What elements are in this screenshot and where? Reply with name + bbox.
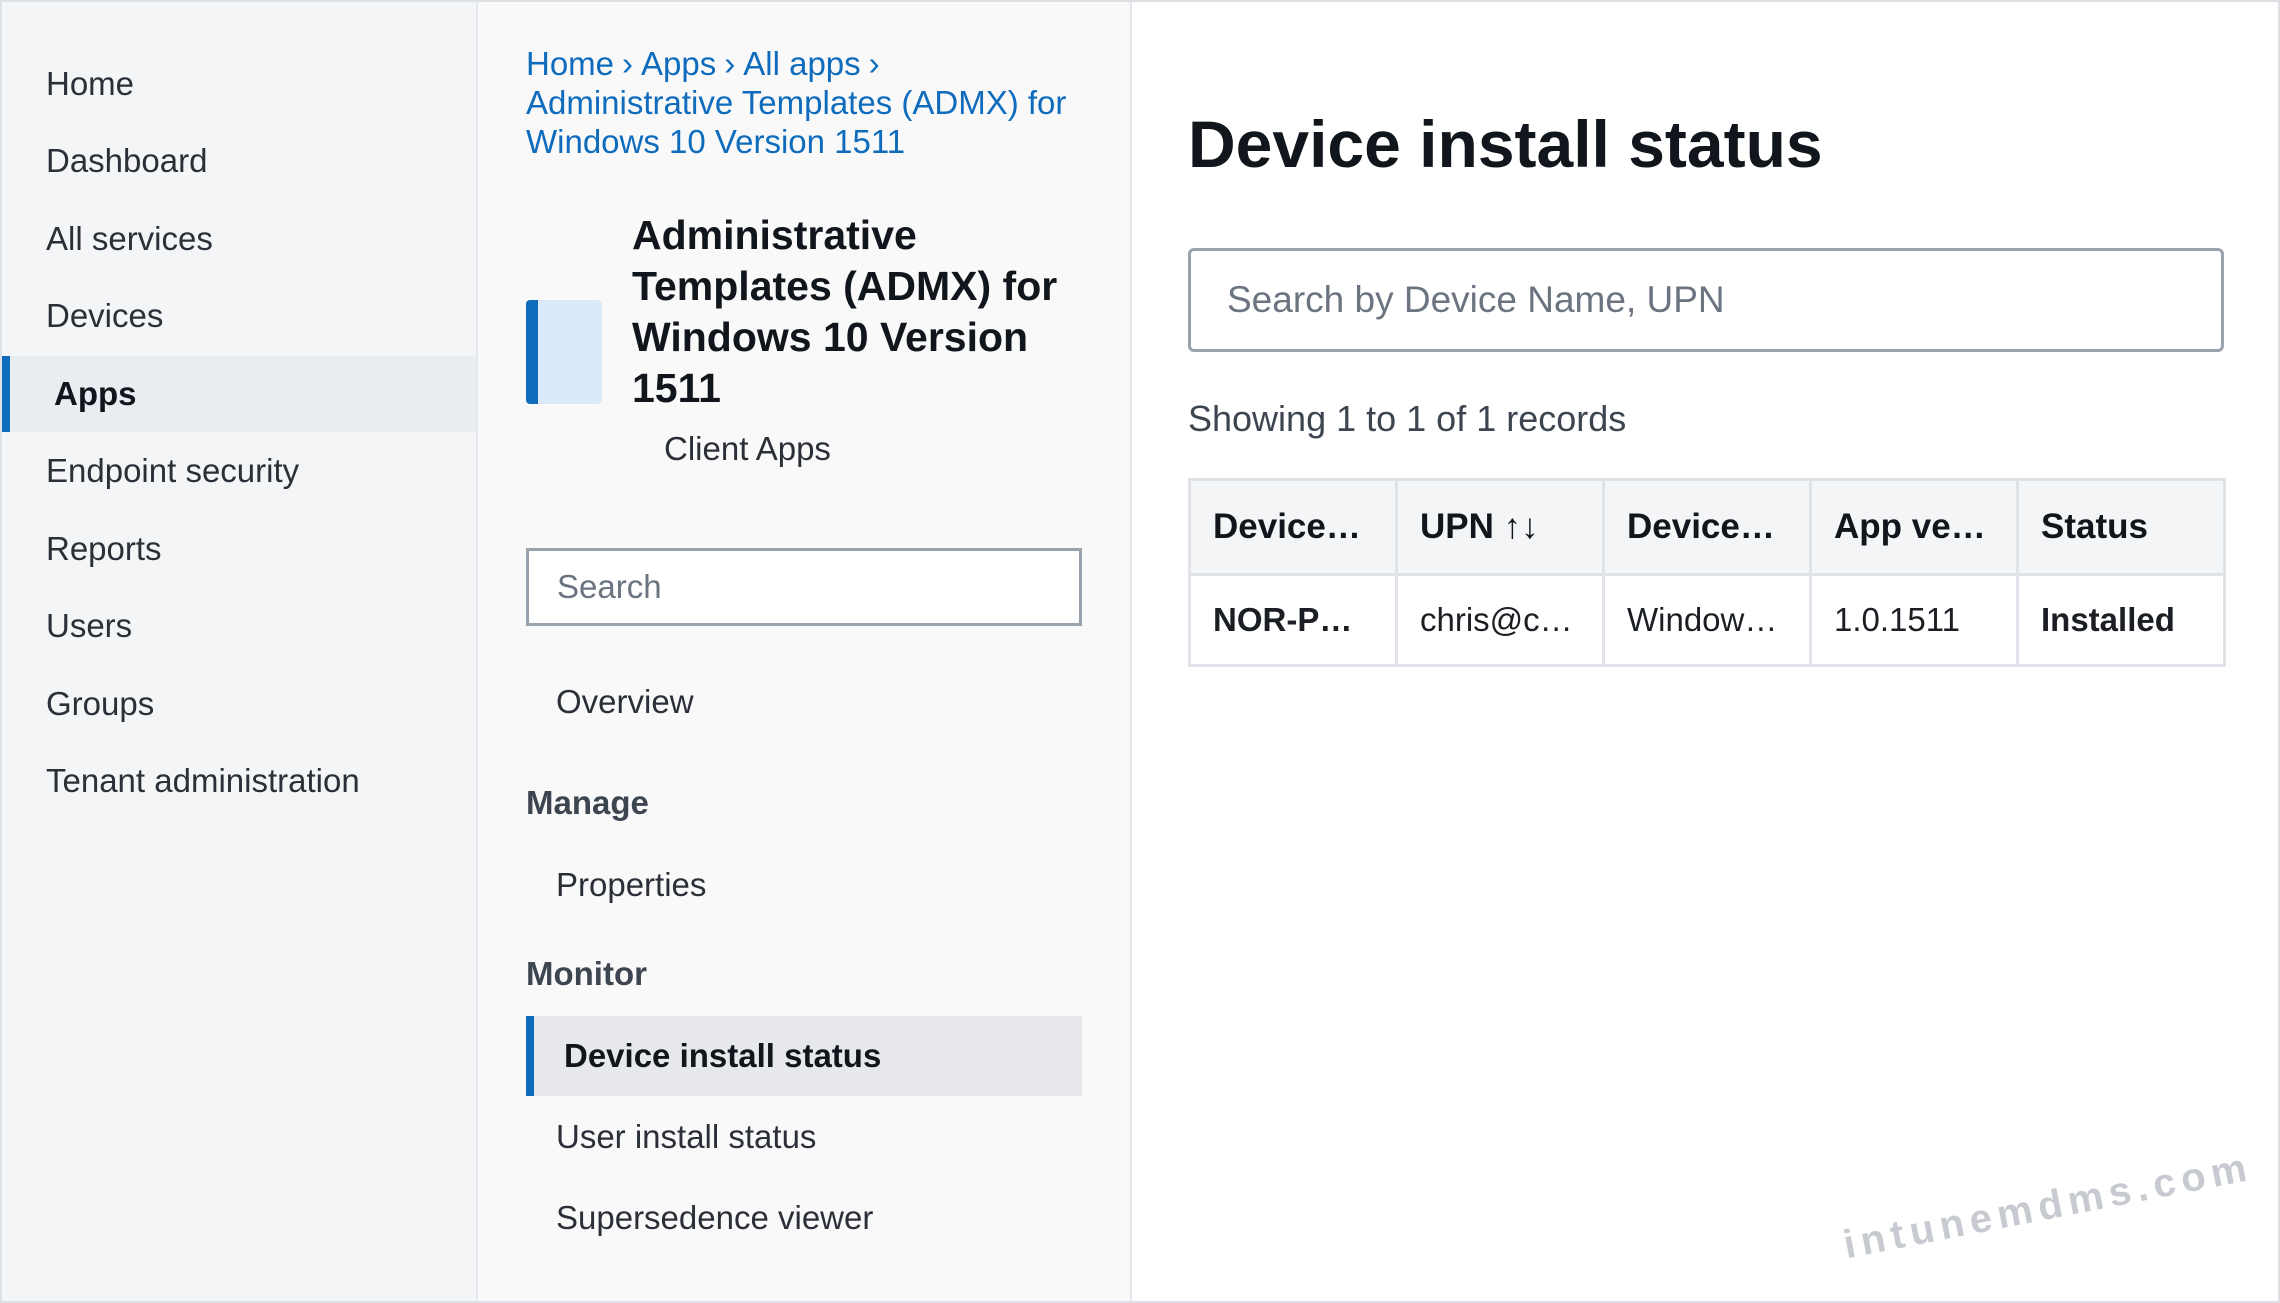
nav-item-groups[interactable]: Groups bbox=[2, 666, 476, 742]
device-search-input[interactable] bbox=[1188, 248, 2224, 352]
left-navigation: Home Dashboard All services Devices Apps… bbox=[2, 2, 478, 1301]
nav-item-all-services[interactable]: All services bbox=[2, 201, 476, 277]
device-status-table: Device… UPN ↑↓ Device… App ve… Status NO… bbox=[1188, 478, 2226, 667]
nav-item-dashboard[interactable]: Dashboard bbox=[2, 123, 476, 199]
app-tile-accent bbox=[526, 300, 538, 404]
column-header-status[interactable]: Status bbox=[2016, 478, 2226, 576]
menu-item-properties[interactable]: Properties bbox=[526, 845, 1082, 925]
menu-item-user-install-status[interactable]: User install status bbox=[526, 1097, 1082, 1177]
app-tile-icon bbox=[526, 300, 602, 404]
records-count: Showing 1 to 1 of 1 records bbox=[1188, 398, 1627, 439]
cell-upn: chris@c… bbox=[1395, 573, 1605, 667]
menu-item-device-install-status[interactable]: Device install status bbox=[526, 1016, 1082, 1096]
breadcrumb-separator: › bbox=[622, 45, 634, 82]
app-blade: Home › Apps › All apps › Administrative Templa… bbox=[478, 2, 1132, 1301]
nav-item-devices[interactable]: Devices bbox=[2, 278, 476, 354]
status-badge: Installed bbox=[2016, 573, 2226, 667]
app-subtitle: Client Apps bbox=[664, 430, 831, 467]
section-heading-manage: Manage bbox=[526, 784, 649, 821]
breadcrumb-home[interactable]: Home bbox=[526, 45, 614, 82]
column-header-app-version[interactable]: App ve… bbox=[1809, 478, 2019, 576]
nav-item-users[interactable]: Users bbox=[2, 588, 476, 664]
menu-item-overview[interactable]: Overview bbox=[526, 662, 1082, 742]
nav-item-tenant-administration[interactable]: Tenant administration bbox=[2, 743, 476, 819]
nav-item-apps[interactable]: Apps bbox=[2, 356, 476, 432]
app-window: Home Dashboard All services Devices Apps… bbox=[0, 0, 2280, 1303]
app-title: Administrative Templates (ADMX) for Wind… bbox=[632, 212, 1058, 411]
blade-search-input[interactable] bbox=[526, 548, 1082, 626]
page-title: Device install status bbox=[1188, 107, 1823, 181]
cell-device-os: Windows… bbox=[1602, 573, 1812, 667]
cell-device-name: NOR-PC… bbox=[1188, 573, 1398, 667]
breadcrumb-current-app[interactable]: Administrative Templates (ADMX) for Wind… bbox=[526, 84, 1066, 160]
breadcrumb: Home › Apps › All apps › Administrative Templa… bbox=[526, 44, 1086, 161]
section-heading-monitor: Monitor bbox=[526, 955, 647, 992]
breadcrumb-all-apps[interactable]: All apps bbox=[743, 45, 860, 82]
breadcrumb-apps[interactable]: Apps bbox=[641, 45, 716, 82]
nav-item-reports[interactable]: Reports bbox=[2, 511, 476, 587]
nav-item-endpoint-security[interactable]: Endpoint security bbox=[2, 433, 476, 509]
breadcrumb-separator: › bbox=[724, 45, 736, 82]
table-row[interactable]: NOR-PC… chris@c… Windows… 1.0.1511 Insta… bbox=[1188, 573, 2226, 667]
nav-item-home[interactable]: Home bbox=[2, 46, 476, 122]
column-header-device-os[interactable]: Device… bbox=[1602, 478, 1812, 576]
main-content: Device install status Showing 1 to 1 of … bbox=[1132, 2, 2278, 1301]
table-header-row: Device… UPN ↑↓ Device… App ve… Status bbox=[1188, 478, 2226, 576]
column-header-upn[interactable]: UPN ↑↓ bbox=[1395, 478, 1605, 576]
cell-app-version: 1.0.1511 bbox=[1809, 573, 2019, 667]
column-header-device-name[interactable]: Device… bbox=[1188, 478, 1398, 576]
breadcrumb-separator: › bbox=[868, 45, 880, 82]
menu-item-supersedence-viewer[interactable]: Supersedence viewer bbox=[526, 1178, 1082, 1258]
